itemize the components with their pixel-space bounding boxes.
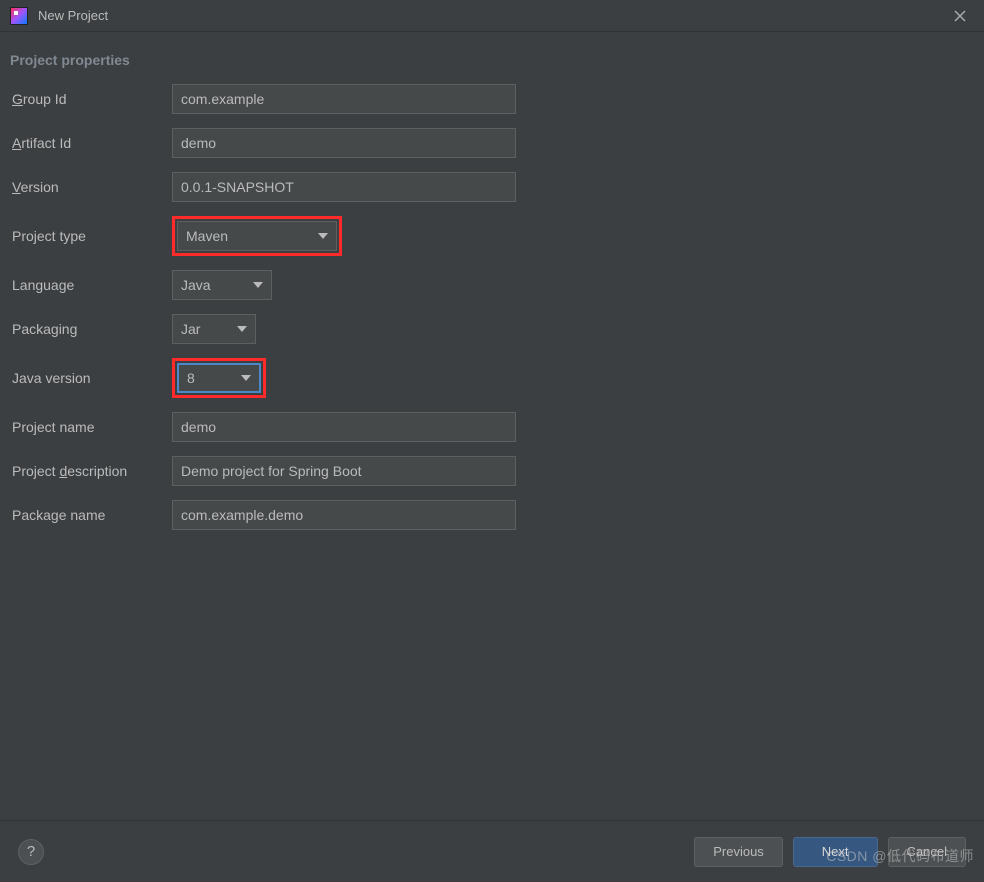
row-packaging: Packaging Jar <box>12 314 972 344</box>
cancel-button[interactable]: Cancel <box>888 837 966 867</box>
chevron-down-icon <box>241 375 251 381</box>
next-button[interactable]: Next <box>793 837 878 867</box>
intellij-icon <box>10 7 28 25</box>
label-project-type: Project type <box>12 228 172 244</box>
close-icon <box>954 10 966 22</box>
project-type-select[interactable]: Maven <box>177 221 337 251</box>
row-language: Language Java <box>12 270 972 300</box>
packaging-value: Jar <box>181 321 237 337</box>
label-artifact-id: Artifact Id <box>12 135 172 151</box>
highlight-project-type: Maven <box>172 216 342 256</box>
row-package-name: Package name <box>12 500 972 530</box>
previous-button[interactable]: Previous <box>694 837 783 867</box>
label-package-name: Package name <box>12 507 172 523</box>
label-project-name: Project name <box>12 419 172 435</box>
label-project-description: Project description <box>12 463 172 479</box>
chevron-down-icon <box>253 282 263 288</box>
label-language: Language <box>12 277 172 293</box>
help-button[interactable]: ? <box>18 839 44 865</box>
version-input[interactable] <box>172 172 516 202</box>
row-version: Version <box>12 172 972 202</box>
group-id-input[interactable] <box>172 84 516 114</box>
highlight-java-version: 8 <box>172 358 266 398</box>
label-java-version: Java version <box>12 370 172 386</box>
project-name-input[interactable] <box>172 412 516 442</box>
artifact-id-input[interactable] <box>172 128 516 158</box>
footer: ? Previous Next Cancel <box>0 820 984 882</box>
help-icon: ? <box>27 843 35 860</box>
row-artifact-id: Artifact Id <box>12 128 972 158</box>
packaging-select[interactable]: Jar <box>172 314 256 344</box>
java-version-select[interactable]: 8 <box>177 363 261 393</box>
chevron-down-icon <box>237 326 247 332</box>
language-value: Java <box>181 277 253 293</box>
label-group-id: Group Id <box>12 91 172 107</box>
row-project-name: Project name <box>12 412 972 442</box>
row-project-type: Project type Maven <box>12 216 972 256</box>
section-heading: Project properties <box>0 32 984 76</box>
label-packaging: Packaging <box>12 321 172 337</box>
close-button[interactable] <box>946 2 974 30</box>
row-group-id: Group Id <box>12 84 972 114</box>
row-project-description: Project description <box>12 456 972 486</box>
row-java-version: Java version 8 <box>12 358 972 398</box>
window-title: New Project <box>38 8 108 23</box>
chevron-down-icon <box>318 233 328 239</box>
titlebar: New Project <box>0 0 984 32</box>
language-select[interactable]: Java <box>172 270 272 300</box>
form: Group Id Artifact Id Version Project typ… <box>0 76 984 530</box>
project-description-input[interactable] <box>172 456 516 486</box>
label-version: Version <box>12 179 172 195</box>
package-name-input[interactable] <box>172 500 516 530</box>
java-version-value: 8 <box>187 370 241 386</box>
project-type-value: Maven <box>186 228 318 244</box>
